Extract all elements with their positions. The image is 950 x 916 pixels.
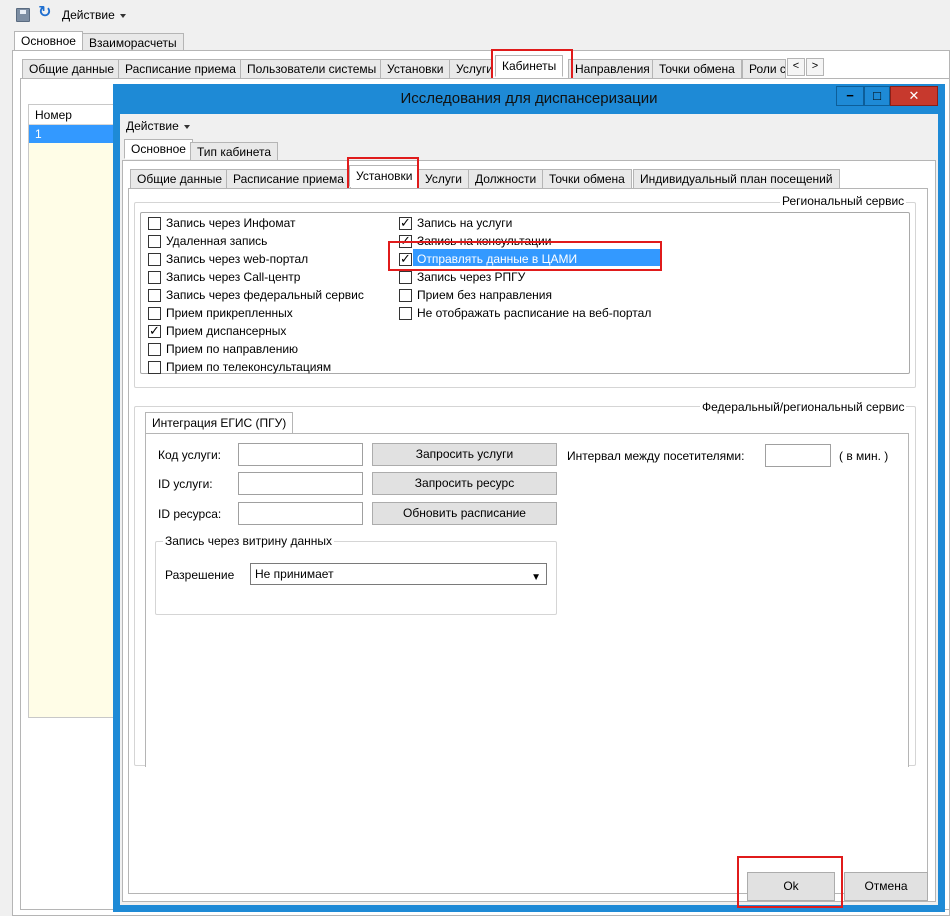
chevron-down-icon: ▼ <box>531 572 541 583</box>
subtab-exchange-points[interactable]: Точки обмена <box>652 59 742 79</box>
service-code-label: Код услуги: <box>158 448 222 462</box>
left-check-label-6: Прием диспансерных <box>166 324 287 338</box>
tab-main[interactable]: Основное <box>14 31 83 51</box>
dialog-window: Исследования для диспансеризации − □ ✕ Д… <box>113 84 945 912</box>
right-check-label-4: Прием без направления <box>417 288 552 302</box>
chevron-down-icon <box>119 13 126 18</box>
update-schedule-button[interactable]: Обновить расписание <box>372 502 557 525</box>
subtab-users[interactable]: Пользователи системы <box>240 59 384 79</box>
dialog-action-menu[interactable]: Действие <box>126 119 190 133</box>
interval-unit-label: ( в мин. ) <box>839 449 889 463</box>
dialog-subtab-schedule[interactable]: Расписание приема <box>226 169 351 189</box>
dialog-body: Действие Основное Тип кабинета Общие дан… <box>120 114 938 908</box>
left-check-checkbox-4[interactable] <box>148 289 161 302</box>
permission-label: Разрешение <box>165 568 235 582</box>
left-check-label-7: Прием по направлению <box>166 342 299 356</box>
left-check-checkbox-3[interactable] <box>148 271 161 284</box>
resource-id-input[interactable] <box>238 502 363 525</box>
subtab-roles[interactable]: Роли с <box>742 59 786 79</box>
refresh-icon[interactable]: ↻ <box>38 5 51 21</box>
regional-service-title: Региональный сервис <box>780 194 907 208</box>
dialog-subtab-individual-plan[interactable]: Индивидуальный план посещений <box>633 169 840 189</box>
right-check-checkbox-3[interactable] <box>399 271 412 284</box>
grid-column-number[interactable]: Номер <box>29 105 118 125</box>
highlight-ok-button <box>737 856 843 908</box>
service-code-input[interactable] <box>238 443 363 466</box>
dialog-tab-cabinet-type[interactable]: Тип кабинета <box>190 142 279 162</box>
left-check-label-4: Запись через федеральный сервис <box>166 288 364 302</box>
dialog-subtab-services[interactable]: Услуги <box>418 169 469 189</box>
close-icon[interactable]: ✕ <box>890 86 938 106</box>
table-row[interactable]: 1 <box>29 125 118 143</box>
left-check-label-2: Запись через web-портал <box>166 252 309 266</box>
right-check-label-3: Запись через РПГУ <box>417 270 526 284</box>
dialog-subtab-positions[interactable]: Должности <box>468 169 544 189</box>
left-check-checkbox-0[interactable] <box>148 217 161 230</box>
right-check-checkbox-4[interactable] <box>399 289 412 302</box>
left-check-checkbox-1[interactable] <box>148 235 161 248</box>
save-icon[interactable] <box>16 8 30 22</box>
federal-service-title: Федеральный/региональный сервис <box>700 400 907 414</box>
left-check-checkbox-5[interactable] <box>148 307 161 320</box>
subtab-settings[interactable]: Установки <box>380 59 451 79</box>
left-check-label-0: Запись через Инфомат <box>166 216 296 230</box>
left-check-label-3: Запись через Call-центр <box>166 270 301 284</box>
left-check-checkbox-2[interactable] <box>148 253 161 266</box>
tab-prev-button[interactable]: < <box>787 58 805 76</box>
dialog-subtab-exchange-points[interactable]: Точки обмена <box>542 169 632 189</box>
service-id-label: ID услуги: <box>158 477 213 491</box>
interval-label: Интервал между посетителями: <box>567 449 745 463</box>
subtab-schedule[interactable]: Расписание приема <box>118 59 243 79</box>
toolbar: ↻ Действие <box>0 0 950 30</box>
cabinets-grid <box>28 104 118 718</box>
chevron-down-icon <box>183 124 190 129</box>
right-check-checkbox-5[interactable] <box>399 307 412 320</box>
minimize-icon[interactable]: − <box>836 86 864 106</box>
interval-input[interactable] <box>765 444 831 467</box>
maximize-icon[interactable]: □ <box>864 86 890 106</box>
right-check-label-5: Не отображать расписание на веб-портал <box>417 306 652 320</box>
right-check-label-0: Запись на услуги <box>417 216 513 230</box>
subtab-services[interactable]: Услуги <box>449 59 493 79</box>
left-check-label-1: Удаленная запись <box>166 234 268 248</box>
left-check-label-5: Прием прикрепленных <box>166 306 293 320</box>
highlight-cami-check <box>388 241 662 271</box>
dialog-subtab-general[interactable]: Общие данные <box>130 169 230 189</box>
dialog-title: Исследования для диспансеризации <box>400 90 658 107</box>
service-id-input[interactable] <box>238 472 363 495</box>
left-check-checkbox-6[interactable] <box>148 323 161 339</box>
dialog-tab-main[interactable]: Основное <box>124 139 193 159</box>
resource-id-label: ID ресурса: <box>158 507 222 521</box>
left-check-label-8: Прием по телеконсультациям <box>166 360 332 374</box>
tab-egis-integration[interactable]: Интеграция ЕГИС (ПГУ) <box>145 412 294 434</box>
action-menu[interactable]: Действие <box>62 8 126 22</box>
permission-select[interactable]: Не принимает ▼ <box>250 563 547 585</box>
request-services-button[interactable]: Запросить услуги <box>372 443 557 466</box>
subtab-general[interactable]: Общие данные <box>22 59 122 79</box>
request-resource-button[interactable]: Запросить ресурс <box>372 472 557 495</box>
left-check-checkbox-7[interactable] <box>148 343 161 356</box>
tab-next-button[interactable]: > <box>806 58 824 76</box>
left-check-checkbox-8[interactable] <box>148 361 161 374</box>
cancel-button[interactable]: Отмена <box>844 872 928 901</box>
highlight-cabinets-tab <box>491 49 573 81</box>
right-check-checkbox-0[interactable] <box>399 215 412 231</box>
subtab-directions[interactable]: Направления <box>568 59 657 79</box>
showcase-title: Запись через витрину данных <box>163 534 335 548</box>
